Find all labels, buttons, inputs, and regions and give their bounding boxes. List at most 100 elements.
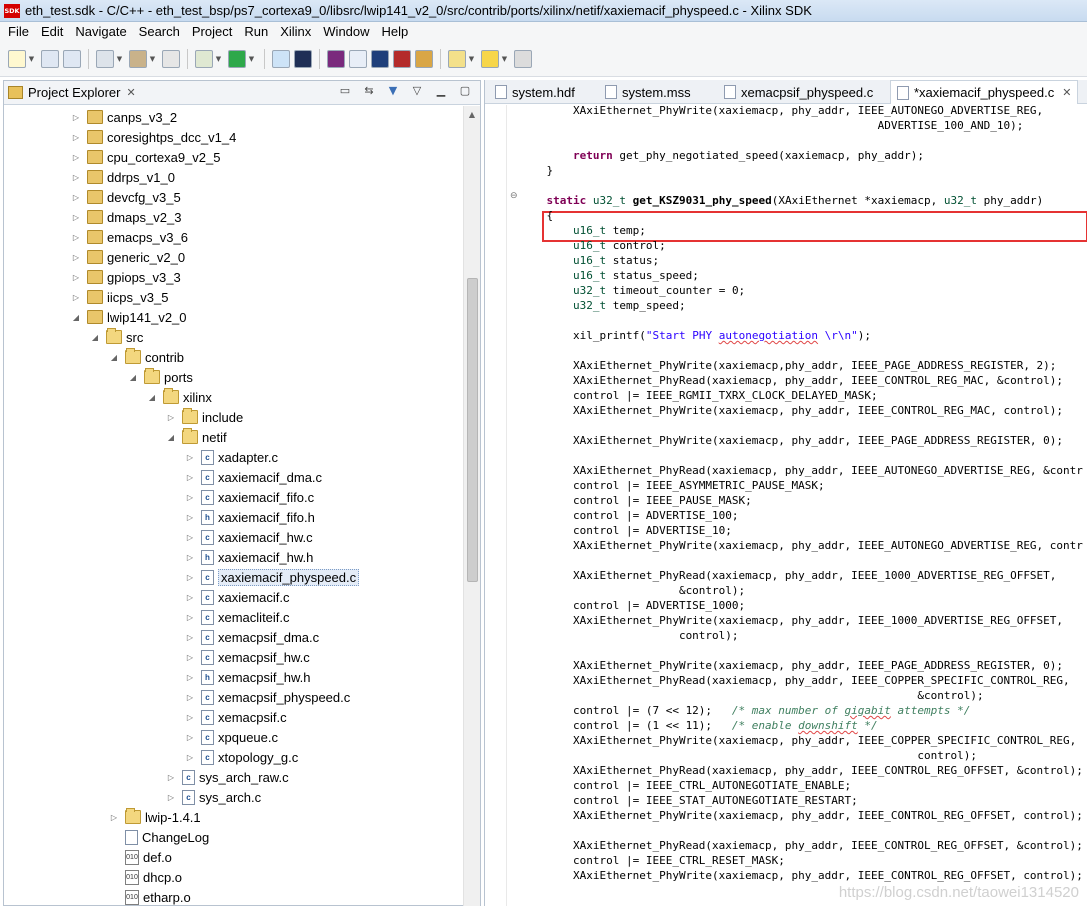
view-menu-icon[interactable]: ▽ [410, 84, 424, 98]
collapsed-arrow-icon[interactable]: ▷ [185, 613, 195, 622]
close-icon[interactable]: ✕ [126, 86, 135, 99]
collapsed-arrow-icon[interactable]: ▷ [185, 573, 195, 582]
tree-item[interactable]: ▷ c xemacpsif_physpeed.c [185, 687, 350, 707]
collapsed-arrow-icon[interactable]: ▷ [185, 733, 195, 742]
menu-search[interactable]: Search [133, 24, 186, 39]
tree-item[interactable]: ▷ c xaxiemacif.c [185, 587, 290, 607]
build-icon[interactable] [96, 49, 114, 68]
collapsed-arrow-icon[interactable]: ▷ [71, 133, 81, 142]
tree-item[interactable]: ◢ ports [128, 367, 193, 387]
editor-tab[interactable]: *xaxiemacif_physpeed.c ✕ [890, 80, 1078, 104]
menu-project[interactable]: Project [186, 24, 238, 39]
tree-item[interactable]: ▷ lwip-1.4.1 [109, 807, 201, 827]
tree-item[interactable]: ▷ canps_v3_2 [71, 107, 177, 127]
search-icon[interactable] [415, 49, 433, 68]
tree-item[interactable]: ▷ c xemacpsif_dma.c [185, 627, 319, 647]
expanded-arrow-icon[interactable]: ◢ [147, 393, 157, 402]
scroll-up-icon[interactable]: ▲ [464, 106, 480, 123]
collapsed-arrow-icon[interactable]: ▷ [185, 673, 195, 682]
editor-tab[interactable]: system.hdf [489, 80, 597, 104]
save-all-icon[interactable] [63, 49, 81, 68]
edit-icon[interactable] [448, 49, 466, 68]
collapsed-arrow-icon[interactable]: ▷ [71, 173, 81, 182]
tree-item[interactable]: ▷ c xadapter.c [185, 447, 278, 467]
save-icon[interactable] [41, 49, 59, 68]
tree-item[interactable]: ▷ include [166, 407, 243, 427]
expanded-arrow-icon[interactable]: ◢ [166, 433, 176, 442]
tree-item[interactable]: ▷ generic_v2_0 [71, 247, 185, 267]
collapsed-arrow-icon[interactable]: ▷ [185, 473, 195, 482]
expanded-arrow-icon[interactable]: ◢ [109, 353, 119, 362]
tree-item[interactable]: ◢ src [90, 327, 143, 347]
collapsed-arrow-icon[interactable]: ▷ [185, 593, 195, 602]
collapsed-arrow-icon[interactable]: ▷ [185, 653, 195, 662]
tree-item[interactable]: ▷ c xaxiemacif_physpeed.c [185, 567, 360, 587]
dropdown-arrow-icon[interactable]: ▼ [116, 50, 123, 68]
tree-item[interactable]: ▷ c xemacpsif.c [185, 707, 287, 727]
tree-item[interactable]: ◢ xilinx [147, 387, 212, 407]
menu-file[interactable]: File [2, 24, 35, 39]
collapsed-arrow-icon[interactable]: ▷ [71, 153, 81, 162]
sdk-icon[interactable] [349, 49, 367, 68]
tree-item[interactable]: ▷ c xaxiemacif_hw.c [185, 527, 313, 547]
dropdown-arrow-icon[interactable]: ▼ [468, 50, 475, 68]
collapsed-arrow-icon[interactable]: ▷ [71, 113, 81, 122]
tree-item[interactable]: ▷ h xaxiemacif_fifo.h [185, 507, 315, 527]
tree-item[interactable]: ▷ dmaps_v2_3 [71, 207, 182, 227]
tree-item[interactable]: ▷ c xpqueue.c [185, 727, 278, 747]
tree-item[interactable]: ▷ gpiops_v3_3 [71, 267, 181, 287]
collapsed-arrow-icon[interactable]: ▷ [71, 293, 81, 302]
tree-item[interactable]: ▷ h xaxiemacif_hw.h [185, 547, 313, 567]
tree-item[interactable]: ◢ lwip141_v2_0 [71, 307, 187, 327]
vertical-scrollbar[interactable]: ▲ [463, 106, 480, 906]
filter-icon[interactable]: ▼ [386, 84, 400, 98]
dropdown-arrow-icon[interactable]: ▼ [248, 50, 255, 68]
tree-item[interactable]: ▷ devcfg_v3_5 [71, 187, 181, 207]
tree-item[interactable]: ▷ emacps_v3_6 [71, 227, 188, 247]
run-icon[interactable] [228, 49, 246, 68]
menu-xilinx[interactable]: Xilinx [274, 24, 317, 39]
collapsed-arrow-icon[interactable]: ▷ [185, 533, 195, 542]
forward-icon[interactable] [514, 49, 532, 68]
program-fpga-icon[interactable] [327, 49, 345, 68]
binary-icon[interactable] [162, 49, 180, 68]
collapsed-arrow-icon[interactable]: ▷ [185, 633, 195, 642]
tree-item[interactable]: ▷ ddrps_v1_0 [71, 167, 175, 187]
collapse-all-icon[interactable]: ▭ [338, 84, 352, 98]
tree-item[interactable]: 010 etharp.o [109, 887, 191, 906]
new-icon[interactable] [8, 49, 26, 68]
back-icon[interactable] [481, 49, 499, 68]
scrollbar-thumb[interactable] [467, 278, 478, 582]
collapsed-arrow-icon[interactable]: ▷ [185, 453, 195, 462]
collapsed-arrow-icon[interactable]: ▷ [185, 693, 195, 702]
tree-item[interactable]: ▷ iicps_v3_5 [71, 287, 169, 307]
project-explorer-title[interactable]: Project Explorer [28, 85, 120, 100]
close-icon[interactable]: ✕ [1062, 86, 1071, 99]
collapsed-arrow-icon[interactable]: ▷ [185, 713, 195, 722]
minimize-icon[interactable]: ▁ [434, 84, 448, 98]
tree-item[interactable]: ▷ c sys_arch_raw.c [166, 767, 289, 787]
collapsed-arrow-icon[interactable]: ▷ [185, 513, 195, 522]
collapsed-arrow-icon[interactable]: ▷ [71, 213, 81, 222]
maximize-icon[interactable]: ▢ [458, 84, 472, 98]
menu-help[interactable]: Help [376, 24, 415, 39]
collapse-fold-icon[interactable]: ⊖ [510, 191, 518, 201]
collapsed-arrow-icon[interactable]: ▷ [185, 553, 195, 562]
tree-item[interactable]: ▷ cpu_cortexa9_v2_5 [71, 147, 221, 167]
collapsed-arrow-icon[interactable]: ▷ [166, 413, 176, 422]
code-area[interactable]: XAxiEthernet_PhyWrite(xaxiemacp, phy_add… [520, 105, 1087, 906]
editor-tab[interactable]: xemacpsif_physpeed.c [718, 80, 888, 104]
tree-item[interactable]: ▷ c xtopology_g.c [185, 747, 298, 767]
expanded-arrow-icon[interactable]: ◢ [90, 333, 100, 342]
editor-tab[interactable]: system.mss [599, 80, 716, 104]
tree-item[interactable]: 010 def.o [109, 847, 172, 867]
external-tools-icon[interactable] [272, 49, 290, 68]
menu-window[interactable]: Window [317, 24, 375, 39]
tree-item[interactable]: ▷ c xemacpsif_hw.c [185, 647, 310, 667]
collapsed-arrow-icon[interactable]: ▷ [166, 773, 176, 782]
console-icon[interactable] [371, 49, 389, 68]
terminal-icon[interactable] [294, 49, 312, 68]
tree-item[interactable]: ▷ c xaxiemacif_dma.c [185, 467, 322, 487]
dropdown-arrow-icon[interactable]: ▼ [149, 50, 156, 68]
collapsed-arrow-icon[interactable]: ▷ [71, 233, 81, 242]
